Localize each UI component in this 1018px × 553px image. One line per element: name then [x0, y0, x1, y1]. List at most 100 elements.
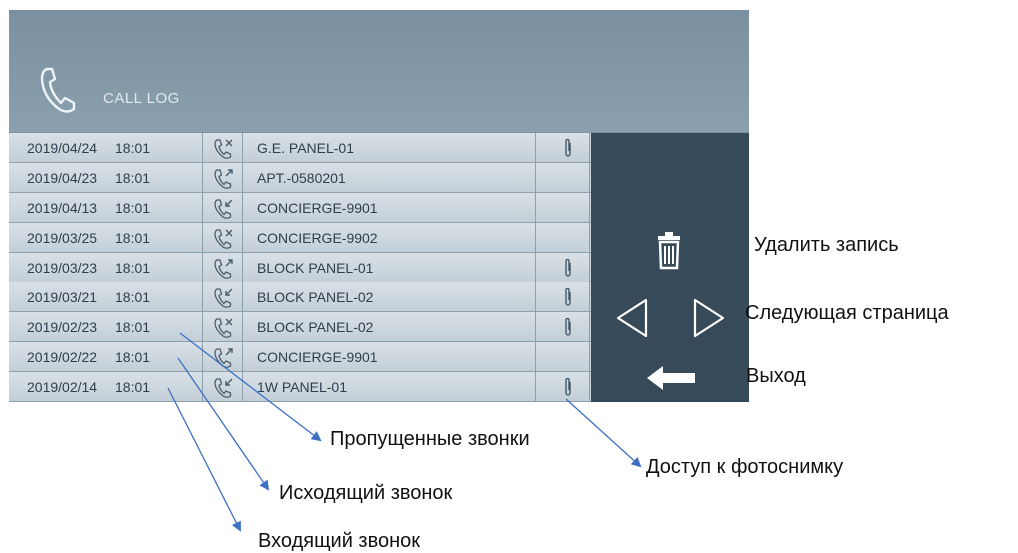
intercom-screen: CALL LOG 2019/04/24 18:01 G.E. PANEL-01 201…: [9, 10, 749, 402]
call-log-row[interactable]: 2019/04/13 18:01 CONCIERGE-9901: [9, 192, 591, 223]
call-log-row[interactable]: 2019/04/24 18:01 G.E. PANEL-01: [9, 133, 591, 163]
outgoing-call-icon: [214, 258, 233, 279]
call-time: 18:01: [115, 349, 151, 366]
next-page-button[interactable]: [691, 296, 727, 340]
missed-call-icon: [214, 229, 233, 249]
call-type-cell: [203, 372, 243, 402]
caller-name: CONCIERGE-9902: [257, 229, 378, 246]
incoming-call-icon: [214, 378, 233, 399]
paperclip-icon[interactable]: [563, 317, 573, 337]
caller-name: BLOCK PANEL-02: [257, 319, 374, 336]
photo-cell[interactable]: [536, 372, 590, 402]
call-datetime: 2019/02/23: [27, 319, 98, 336]
call-time: 18:01: [115, 229, 151, 246]
incoming-call-label: Входящий звонок: [258, 530, 421, 552]
photo-cell[interactable]: [536, 282, 590, 312]
call-datetime: 2019/03/23: [27, 259, 98, 276]
call-log-row[interactable]: 2019/02/22 18:01 CONCIERGE-9901: [9, 342, 591, 373]
call-datetime: 2019/04/24: [27, 140, 98, 156]
next-page-label: Следующая страница: [745, 302, 949, 324]
delete-record-button[interactable]: [649, 230, 689, 272]
call-type-cell: [203, 312, 243, 342]
call-type-cell: [203, 222, 243, 252]
call-datetime: 2019/02/14: [27, 379, 98, 396]
call-type-cell: [203, 282, 243, 312]
caller-name-cell: CONCIERGE-9901: [243, 342, 536, 372]
call-type-cell: [203, 162, 243, 192]
caller-name-cell: BLOCK PANEL-02: [243, 312, 536, 342]
photo-cell: [536, 222, 590, 252]
date-cell: 2019/02/23 18:01: [9, 312, 203, 342]
call-time: 18:01: [115, 199, 151, 216]
caller-name-cell: G.E. PANEL-01: [243, 133, 536, 162]
call-datetime: 2019/04/13: [27, 199, 98, 216]
incoming-call-icon: [214, 288, 233, 309]
exit-label: Выход: [746, 365, 806, 387]
date-cell: 2019/04/24 18:01: [9, 133, 203, 162]
missed-call-icon: [214, 318, 233, 339]
paperclip-icon[interactable]: [563, 258, 573, 278]
date-cell: 2019/03/25 18:01: [9, 222, 203, 252]
call-time: 18:01: [115, 379, 151, 396]
call-type-cell: [203, 252, 243, 282]
caller-name-cell: CONCIERGE-9902: [243, 222, 536, 252]
call-time: 18:01: [115, 259, 151, 276]
caller-name: APT.-0580201: [257, 169, 346, 186]
page-title: CALL LOG: [103, 90, 180, 107]
paperclip-icon[interactable]: [563, 377, 573, 397]
arrow-left-icon: [647, 366, 695, 390]
call-datetime: 2019/03/25: [27, 229, 98, 246]
date-cell: 2019/02/22 18:01: [9, 342, 203, 372]
call-time: 18:01: [115, 140, 151, 156]
photo-cell[interactable]: [536, 312, 590, 342]
caller-name-cell: CONCIERGE-9901: [243, 192, 536, 222]
caller-name-cell: BLOCK PANEL-02: [243, 282, 536, 312]
call-log-row[interactable]: 2019/04/23 18:01 APT.-0580201: [9, 162, 591, 193]
outgoing-call-icon: [214, 348, 233, 369]
triangle-left-icon: [616, 298, 648, 338]
caller-name: BLOCK PANEL-02: [257, 289, 374, 306]
photo-access-arrow: [565, 398, 642, 468]
caller-name: G.E. PANEL-01: [257, 140, 355, 156]
caller-name-cell: APT.-0580201: [243, 162, 536, 192]
call-type-cell: [203, 342, 243, 372]
exit-button[interactable]: [645, 363, 697, 393]
call-type-cell: [203, 192, 243, 222]
call-time: 18:01: [115, 319, 151, 336]
date-cell: 2019/03/23 18:01: [9, 252, 203, 282]
missed-calls-label: Пропущенные звонки: [330, 428, 530, 450]
call-log-row[interactable]: 2019/03/25 18:01 CONCIERGE-9902: [9, 222, 591, 253]
caller-name-cell: 1W PANEL-01: [243, 372, 536, 402]
call-time: 18:01: [115, 289, 151, 306]
paperclip-icon[interactable]: [563, 287, 573, 307]
caller-name: BLOCK PANEL-01: [257, 259, 374, 276]
phone-handset-icon: [40, 67, 76, 113]
delete-record-label: Удалить запись: [754, 234, 899, 256]
caller-name: CONCIERGE-9901: [257, 199, 378, 216]
call-datetime: 2019/04/23: [27, 169, 98, 186]
incoming-call-icon: [214, 199, 233, 219]
outgoing-call-label: Исходящий звонок: [279, 482, 453, 504]
side-control-panel: [591, 133, 749, 402]
photo-cell[interactable]: [536, 133, 590, 162]
caller-name: CONCIERGE-9901: [257, 349, 378, 366]
call-log-row[interactable]: 2019/02/23 18:01 BLOCK PANEL-02: [9, 312, 591, 343]
previous-page-button[interactable]: [614, 296, 650, 340]
date-cell: 2019/04/13 18:01: [9, 192, 203, 222]
call-log-row[interactable]: 2019/02/14 18:01 1W PANEL-01: [9, 372, 591, 402]
call-log-row[interactable]: 2019/03/21 18:01 BLOCK PANEL-02: [9, 282, 591, 313]
photo-access-label: Доступ к фотоснимку: [646, 456, 844, 478]
photo-cell: [536, 342, 590, 372]
paperclip-icon[interactable]: [563, 138, 573, 158]
call-datetime: 2019/02/22: [27, 349, 98, 366]
caller-name-cell: BLOCK PANEL-01: [243, 252, 536, 282]
call-log-row[interactable]: 2019/03/23 18:01 BLOCK PANEL-01: [9, 252, 591, 283]
call-time: 18:01: [115, 169, 151, 186]
date-cell: 2019/02/14 18:01: [9, 372, 203, 402]
photo-cell[interactable]: [536, 252, 590, 282]
call-type-cell: [203, 133, 243, 162]
caller-name: 1W PANEL-01: [257, 379, 347, 396]
outgoing-call-icon: [214, 169, 233, 189]
date-cell: 2019/04/23 18:01: [9, 162, 203, 192]
trash-icon: [658, 232, 680, 270]
